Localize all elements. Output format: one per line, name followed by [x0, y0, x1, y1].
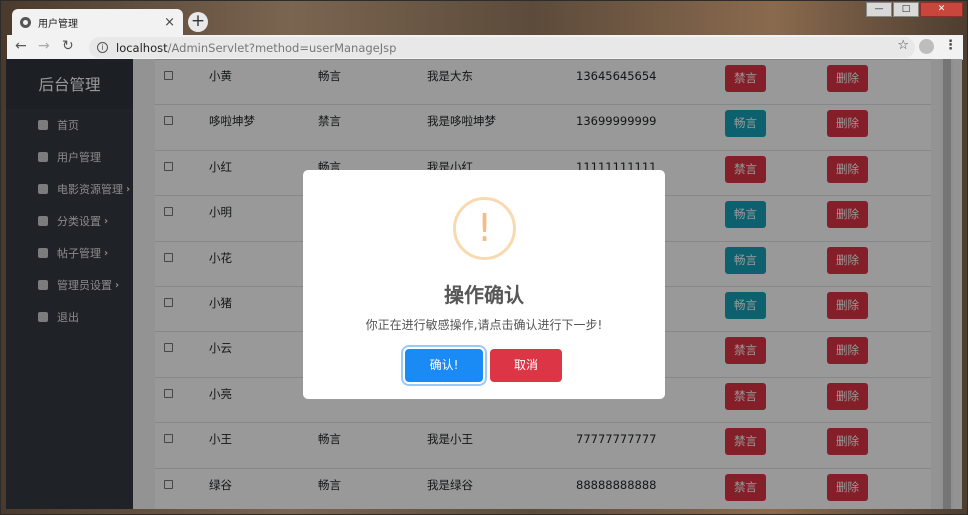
browser-menu-icon[interactable]: ⋮: [944, 38, 957, 53]
confirm-button[interactable]: 确认!: [405, 349, 483, 382]
address-bar[interactable]: i localhost /AdminServlet?method=userMan…: [89, 37, 915, 58]
warning-icon: !: [453, 197, 516, 260]
window-controls: — □ ✕: [865, 2, 963, 17]
bookmark-star-icon[interactable]: ☆: [897, 38, 909, 53]
dialog-message: 你正在进行敏感操作,请点击确认进行下一步!: [365, 318, 603, 332]
tab-user-management[interactable]: 用户管理 ×: [12, 9, 183, 36]
browser-toolbar: ← → ↻ i localhost /AdminServlet?method=u…: [7, 35, 963, 60]
profile-avatar-icon[interactable]: [919, 39, 934, 54]
dialog-title: 操作确认: [444, 283, 524, 307]
site-info-icon[interactable]: i: [97, 42, 108, 53]
page-favicon-icon: [20, 17, 31, 28]
url-host: localhost: [116, 40, 168, 55]
back-icon[interactable]: ←: [15, 38, 27, 54]
confirm-dialog: ! 操作确认 你正在进行敏感操作,请点击确认进行下一步! 确认! 取消: [303, 170, 665, 399]
new-tab-button[interactable]: +: [188, 12, 208, 32]
window-close-button[interactable]: ✕: [920, 2, 963, 17]
url-path: /AdminServlet?method=userManageJsp: [167, 40, 397, 55]
minimize-button[interactable]: —: [866, 2, 892, 17]
tab-close-icon[interactable]: ×: [164, 15, 175, 30]
tab-strip: 用户管理 × + — □ ✕: [1, 1, 968, 36]
reload-icon[interactable]: ↻: [62, 38, 74, 54]
maximize-button[interactable]: □: [893, 2, 919, 17]
forward-icon[interactable]: →: [38, 38, 50, 54]
cancel-button[interactable]: 取消: [490, 349, 562, 382]
tab-title: 用户管理: [38, 19, 78, 30]
